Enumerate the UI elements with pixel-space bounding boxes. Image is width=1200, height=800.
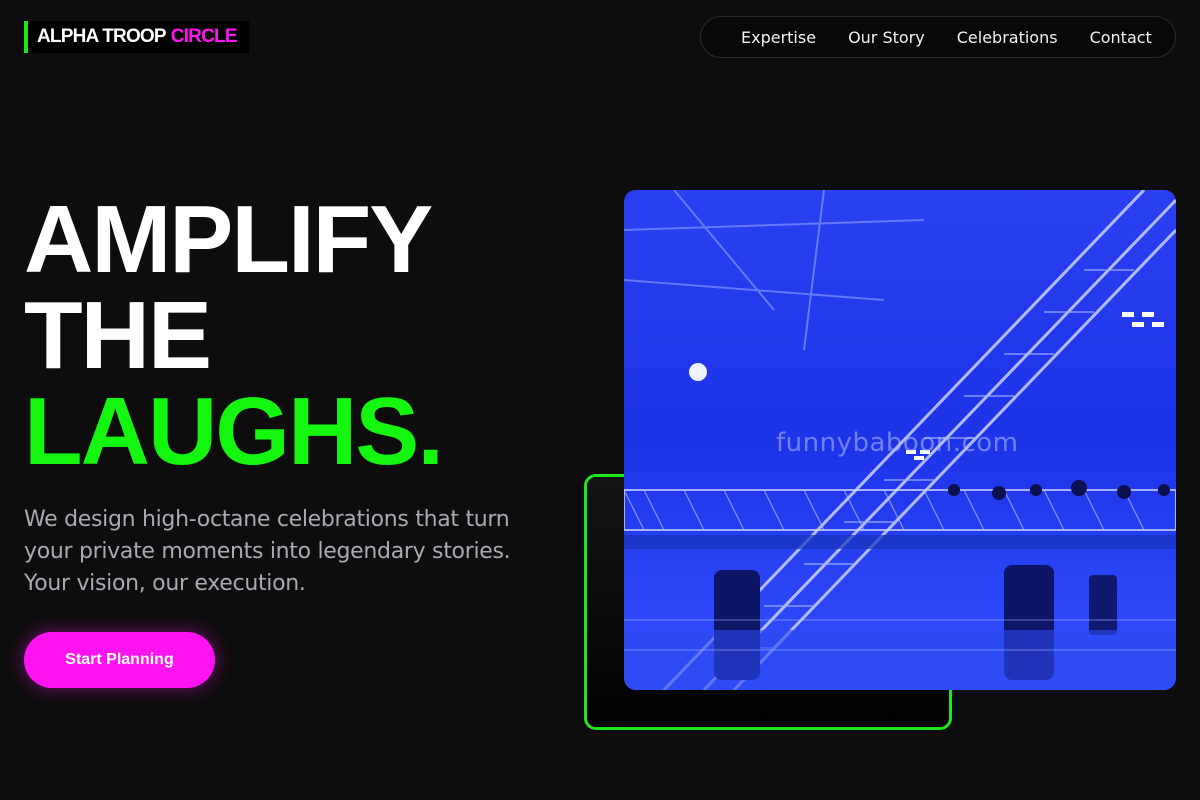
nav-item-celebrations[interactable]: Celebrations bbox=[957, 28, 1058, 47]
hero-line-2: THE bbox=[24, 282, 212, 389]
nav-item-expertise[interactable]: Expertise bbox=[741, 28, 816, 47]
hero-image: funnybaboon.com bbox=[624, 190, 1176, 690]
start-planning-button[interactable]: Start Planning bbox=[24, 632, 215, 688]
landing-page: ALPHA TROOP CIRCLE Expertise Our Story C… bbox=[0, 0, 1200, 800]
hero-heading: AMPLIFY THE LAUGHS. bbox=[24, 186, 444, 485]
brand-name-primary: ALPHA TROOP bbox=[37, 26, 167, 47]
nav-item-contact[interactable]: Contact bbox=[1090, 28, 1152, 47]
hero-line-3: LAUGHS. bbox=[24, 378, 444, 485]
nav-item-our-story[interactable]: Our Story bbox=[848, 28, 925, 47]
hero-subtitle: We design high-octane celebrations that … bbox=[24, 507, 511, 596]
main-nav: Expertise Our Story Celebrations Contact bbox=[700, 16, 1176, 58]
brand-name-accent: CIRCLE bbox=[170, 26, 238, 47]
image-watermark: funnybaboon.com bbox=[776, 428, 1019, 458]
brand-logo[interactable]: ALPHA TROOP CIRCLE bbox=[24, 21, 249, 53]
hero-line-1: AMPLIFY bbox=[24, 186, 433, 293]
